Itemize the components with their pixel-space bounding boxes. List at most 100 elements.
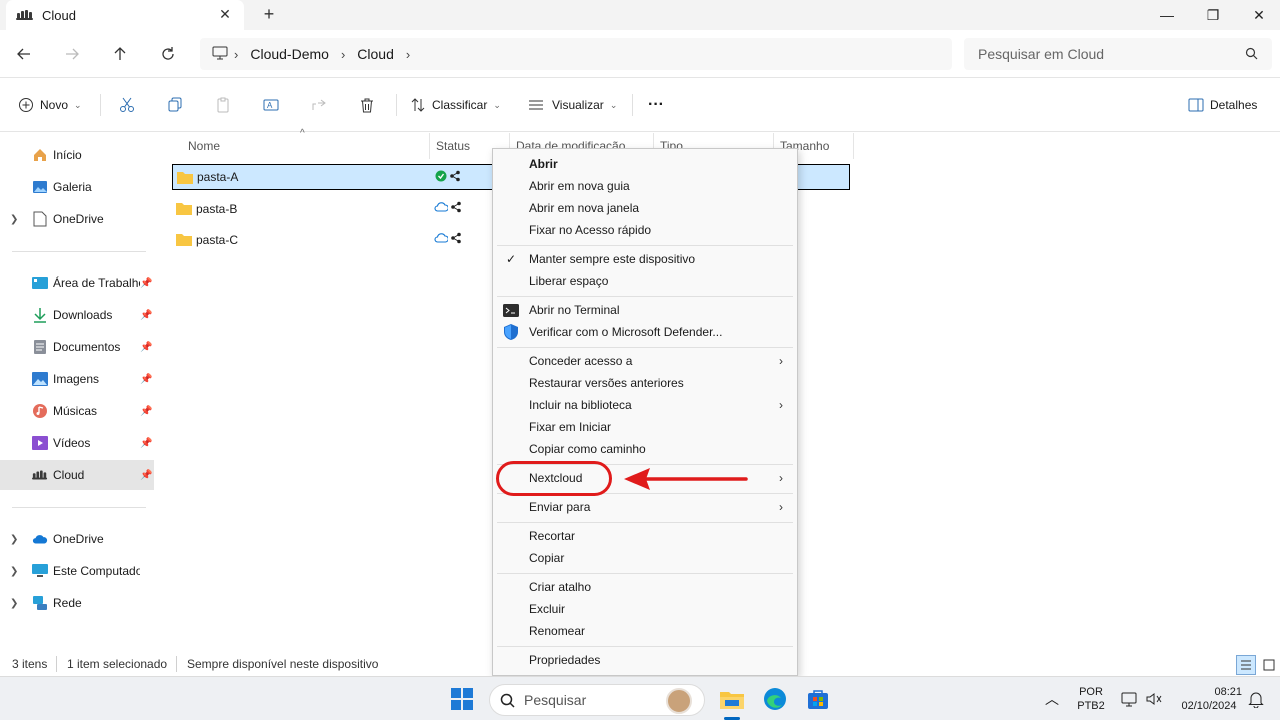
- menu-separator: [497, 573, 793, 574]
- details-view-button[interactable]: [1236, 655, 1256, 675]
- menu-item-keep-on-device[interactable]: ✓ Manter sempre este dispositivo: [497, 248, 793, 270]
- shared-icon: [451, 201, 461, 213]
- menu-item-cut[interactable]: Recortar: [497, 525, 793, 547]
- sidebar-item-inicio[interactable]: Início: [0, 140, 154, 170]
- tray-volume[interactable]: [1140, 685, 1168, 713]
- new-tab-button[interactable]: +: [258, 4, 280, 25]
- sidebar-item-cloud[interactable]: Cloud 📌: [0, 460, 154, 490]
- navigation-pane: Início Galeria ❯ OneDrive Área de Trabal…: [0, 133, 158, 653]
- menu-item-restore-versions[interactable]: Restaurar versões anteriores: [497, 372, 793, 394]
- forward-button[interactable]: [60, 42, 84, 66]
- sidebar-divider: [12, 251, 146, 252]
- system-clock[interactable]: 08:21 02/10/2024: [1172, 686, 1246, 712]
- sort-icon: [411, 98, 425, 112]
- menu-item-copy[interactable]: Copiar: [497, 547, 793, 569]
- tray-overflow-chevron-up-icon[interactable]: ︿: [1038, 685, 1066, 713]
- chevron-right-icon[interactable]: ❯: [10, 566, 18, 577]
- chevron-right-icon[interactable]: ❯: [10, 534, 18, 545]
- delete-button[interactable]: [359, 94, 375, 116]
- rename-button[interactable]: A: [263, 94, 279, 116]
- music-icon: [32, 403, 48, 419]
- chevron-right-icon[interactable]: ❯: [10, 598, 18, 609]
- search-input[interactable]: Pesquisar em Cloud: [964, 38, 1272, 70]
- menu-item-pin-quick-access[interactable]: Fixar no Acesso rápido: [497, 219, 793, 241]
- sidebar-item-musicas[interactable]: Músicas 📌: [0, 396, 154, 426]
- breadcrumb-cloud[interactable]: Cloud: [357, 46, 394, 62]
- shared-icon: [451, 232, 461, 244]
- menu-item-pin-start[interactable]: Fixar em Iniciar: [497, 416, 793, 438]
- back-button[interactable]: [12, 42, 36, 66]
- sidebar-item-documentos[interactable]: Documentos 📌: [0, 332, 154, 362]
- cut-button[interactable]: [119, 94, 135, 116]
- menu-item-properties[interactable]: Propriedades: [497, 649, 793, 671]
- menu-item-copy-path[interactable]: Copiar como caminho: [497, 438, 793, 460]
- start-button[interactable]: [448, 685, 476, 713]
- new-button[interactable]: Novo ⌄: [18, 94, 82, 116]
- sidebar-item-galeria[interactable]: Galeria: [0, 172, 154, 202]
- breadcrumb-cloud-demo[interactable]: Cloud-Demo: [250, 46, 329, 62]
- sort-button[interactable]: Classificar ⌄: [410, 94, 501, 116]
- toolbar-divider: [632, 94, 633, 116]
- menu-item-open-terminal[interactable]: Abrir no Terminal: [497, 299, 793, 321]
- close-window-button[interactable]: ✕: [1236, 0, 1280, 30]
- input-language[interactable]: POR PTB2: [1074, 686, 1108, 712]
- plus-circle-icon: [19, 98, 33, 112]
- minimize-button[interactable]: —: [1144, 0, 1190, 30]
- checkmark-icon: ✓: [505, 252, 517, 266]
- video-icon: [32, 435, 48, 451]
- file-status: [434, 201, 462, 213]
- view-button[interactable]: Visualizar ⌄: [528, 94, 617, 116]
- taskbar-file-explorer[interactable]: [718, 685, 746, 713]
- breadcrumb-separator[interactable]: ›: [406, 47, 410, 62]
- menu-item-send-to[interactable]: Enviar para ›: [497, 496, 793, 518]
- network-icon: [32, 595, 48, 611]
- menu-item-give-access[interactable]: Conceder acesso a ›: [497, 350, 793, 372]
- details-button[interactable]: Detalhes: [1188, 94, 1257, 116]
- menu-separator: [497, 245, 793, 246]
- menu-item-include-library[interactable]: Incluir na biblioteca ›: [497, 394, 793, 416]
- menu-item-open[interactable]: Abrir: [497, 153, 793, 175]
- menu-item-delete[interactable]: Excluir: [497, 598, 793, 620]
- computer-icon: [32, 563, 48, 579]
- menu-item-free-space[interactable]: Liberar espaço: [497, 270, 793, 292]
- maximize-button[interactable]: ❐: [1190, 0, 1236, 30]
- sidebar-item-rede[interactable]: ❯ Rede: [0, 588, 154, 618]
- pin-icon: 📌: [140, 437, 153, 449]
- menu-item-create-shortcut[interactable]: Criar atalho: [497, 576, 793, 598]
- up-button[interactable]: [108, 42, 132, 66]
- taskbar-edge[interactable]: [761, 685, 789, 713]
- notifications-button[interactable]: [1242, 685, 1270, 713]
- chevron-right-icon[interactable]: ❯: [10, 214, 18, 225]
- documents-icon: [32, 339, 48, 355]
- column-header-name[interactable]: Nome: [182, 133, 430, 159]
- cloud-status-icon: [434, 233, 448, 243]
- breadcrumb-separator: ›: [340, 46, 346, 62]
- paste-button[interactable]: [215, 94, 231, 116]
- details-view-icon: [1241, 660, 1251, 670]
- copy-button[interactable]: [167, 94, 183, 116]
- sidebar-item-area-de-trabalho[interactable]: Área de Trabalho 📌: [0, 268, 154, 298]
- menu-item-defender-scan[interactable]: Verificar com o Microsoft Defender...: [497, 321, 793, 343]
- share-button[interactable]: [311, 94, 327, 116]
- details-pane-icon: [1188, 98, 1204, 112]
- refresh-button[interactable]: [156, 42, 180, 66]
- address-bar[interactable]: › Cloud-Demo › Cloud ›: [200, 38, 952, 70]
- tab-cloud[interactable]: Cloud ✕: [6, 0, 244, 30]
- sidebar-item-imagens[interactable]: Imagens 📌: [0, 364, 154, 394]
- sidebar-item-onedrive-personal[interactable]: ❯ OneDrive: [0, 204, 154, 234]
- availability-status: Sempre disponível neste dispositivo: [187, 657, 379, 671]
- more-button[interactable]: ···: [648, 94, 664, 116]
- menu-item-open-new-window[interactable]: Abrir em nova janela: [497, 197, 793, 219]
- document-icon: [32, 211, 48, 227]
- taskbar-store[interactable]: [804, 685, 832, 713]
- sidebar-item-videos[interactable]: Vídeos 📌: [0, 428, 154, 458]
- menu-item-rename[interactable]: Renomear: [497, 620, 793, 642]
- tab-close-icon[interactable]: ✕: [216, 6, 234, 23]
- tiles-view-button[interactable]: [1260, 655, 1278, 675]
- search-highlight-avatar: [666, 688, 692, 714]
- sidebar-item-este-computador[interactable]: ❯ Este Computador: [0, 556, 154, 586]
- taskbar-search[interactable]: Pesquisar: [489, 684, 705, 716]
- sidebar-item-downloads[interactable]: Downloads 📌: [0, 300, 154, 330]
- menu-item-open-new-tab[interactable]: Abrir em nova guia: [497, 175, 793, 197]
- sidebar-item-onedrive[interactable]: ❯ OneDrive: [0, 524, 154, 554]
